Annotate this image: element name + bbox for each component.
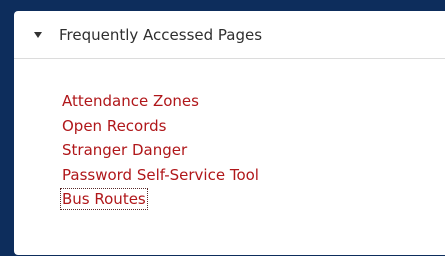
link-stranger-danger[interactable]: Stranger Danger <box>62 141 187 159</box>
list-item: Open Records <box>62 116 259 136</box>
list-item: Attendance Zones <box>62 91 259 111</box>
link-open-records[interactable]: Open Records <box>62 117 166 135</box>
list-item: Password Self-Service Tool <box>62 165 259 185</box>
link-attendance-zones[interactable]: Attendance Zones <box>62 92 199 110</box>
list-item: Stranger Danger <box>62 140 259 160</box>
panel-title: Frequently Accessed Pages <box>59 25 263 44</box>
link-list: Attendance Zones Open Records Stranger D… <box>60 91 259 214</box>
link-password-self-service-tool[interactable]: Password Self-Service Tool <box>62 166 259 184</box>
list-item: Bus Routes <box>60 188 259 210</box>
panel-header[interactable]: Frequently Accessed Pages <box>14 11 445 59</box>
caret-down-icon[interactable] <box>34 31 42 38</box>
link-bus-routes[interactable]: Bus Routes <box>60 188 148 210</box>
frequently-accessed-panel: Frequently Accessed Pages Attendance Zon… <box>14 11 445 255</box>
